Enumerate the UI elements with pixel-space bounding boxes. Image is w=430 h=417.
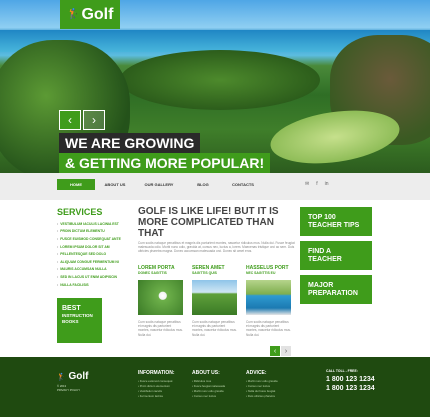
golf-ball-photo[interactable] <box>138 280 183 315</box>
slider-next-button[interactable]: › <box>83 110 105 130</box>
footer-link[interactable]: Fermentum lacinia <box>138 394 172 399</box>
chevron-left-icon: ‹ <box>68 113 72 127</box>
facebook-icon[interactable]: f <box>316 181 317 187</box>
column-subtitle: NEC SAGITTIS EU <box>246 271 276 275</box>
footer-link[interactable]: Duis ultricies pharetra <box>246 394 278 399</box>
banner-subtitle: INSTRUCTION BOOKS <box>62 313 93 324</box>
service-link[interactable]: FUSCE EUISMOD CONSEQUAT ANTE <box>57 235 127 243</box>
logo-text: Golf <box>81 5 114 23</box>
service-link[interactable]: NULLA FACILISIS <box>57 281 127 289</box>
footer-information-list: Fusce euismod consequat Proin dictum ele… <box>138 379 173 399</box>
golf-course-photo[interactable] <box>192 280 237 315</box>
carousel-prev-button[interactable]: ‹ <box>270 346 280 356</box>
find-a-teacher-button[interactable]: FIND A TEACHER <box>300 241 372 270</box>
nav-item-about-us[interactable]: ABOUT US <box>95 179 135 190</box>
main-heading: GOLF IS LIKE LIFE! BUT IT IS MORE COMPLI… <box>138 206 279 239</box>
hero-golf-green <box>267 103 403 171</box>
golfer-icon: 🏌 <box>57 374 66 381</box>
column-text: Cum sociis natoque penatibus et magnis d… <box>192 320 237 337</box>
mail-icon[interactable]: ✉ <box>305 181 309 187</box>
linkedin-icon[interactable]: in <box>325 181 329 187</box>
hero-trees <box>120 50 320 110</box>
nav-item-home[interactable]: HOME <box>57 179 95 190</box>
footer-advice-list: Morbi nunc odio gravida Cursus nec luctu… <box>246 379 278 399</box>
footer-link[interactable]: Cursus nec luctus <box>192 394 225 399</box>
footer-logo-text: Golf <box>68 371 89 382</box>
footer-about-list: Ridiculus mus Fusce feugiat malesuada Mo… <box>192 379 225 399</box>
hero-headline-2: & GETTING MORE POPULAR! <box>59 153 271 173</box>
chevron-left-icon: ‹ <box>273 347 277 355</box>
carousel-next-button[interactable]: › <box>281 346 291 356</box>
column-text: Cum sociis natoque penatibus et magnis d… <box>138 320 183 337</box>
golfer-icon: 🏌 <box>67 9 80 20</box>
footer-advice-title: ADVICE: <box>246 370 267 376</box>
nav-item-contacts[interactable]: CONTACTS <box>223 179 263 190</box>
footer-about-title: ABOUT US: <box>192 370 220 376</box>
column-subtitle: SAGITTIS QUIS <box>192 271 217 275</box>
site-logo[interactable]: 🏌 Golf <box>60 0 120 29</box>
major-preparation-button[interactable]: MAJOR PREPARATION <box>300 275 372 304</box>
chevron-right-icon: › <box>92 113 96 127</box>
footer-information-title: INFORMATION: <box>138 370 175 376</box>
column-subtitle: DONEC SAGITTIS <box>138 271 167 275</box>
social-links: ✉ f in <box>305 181 329 187</box>
service-link[interactable]: ALIQUAM CONGUE FERMENTUM NI <box>57 258 127 266</box>
main-paragraph: Cum sociis natoque penatibus et magnis d… <box>138 241 295 254</box>
banner-title: BEST <box>62 305 81 312</box>
privacy-policy-link[interactable]: PRIVACY POLICY <box>57 388 80 392</box>
service-link[interactable]: PROIN DICTUM ELEMENTU <box>57 228 127 236</box>
services-list: VESTIBULUM IACULIS LACINIA EST PROIN DIC… <box>57 220 127 288</box>
column-text: Cum sociis natoque penatibus et magnis d… <box>246 320 291 337</box>
service-link[interactable]: MAURIS ACCUMSAN NULLA <box>57 266 127 274</box>
call-toll-free-label: CALL TOLL - FREE: <box>326 369 358 373</box>
footer-logo[interactable]: 🏌 Golf <box>57 371 89 382</box>
main-nav: HOME ABOUT US OUR GALLERY BLOG CONTACTS <box>57 179 263 190</box>
services-title: SERVICES <box>57 207 103 217</box>
slider-prev-button[interactable]: ‹ <box>59 110 81 130</box>
best-instruction-books-banner[interactable]: BEST INSTRUCTION BOOKS <box>57 298 102 343</box>
top-100-teacher-tips-button[interactable]: TOP 100 TEACHER TIPS <box>300 207 372 236</box>
footer-copyright: © 2013 PRIVACY POLICY <box>57 384 80 392</box>
chevron-right-icon: › <box>284 347 288 355</box>
phone-number-1[interactable]: 1 800 123 1234 <box>326 376 375 383</box>
service-link[interactable]: VESTIBULUM IACULIS LACINIA EST <box>57 220 127 228</box>
phone-number-2[interactable]: 1 800 123 1234 <box>326 385 375 392</box>
nav-item-blog[interactable]: BLOG <box>183 179 223 190</box>
service-link[interactable]: LOREM IPSUM DOLOR SIT AM <box>57 243 127 251</box>
golfer-photo[interactable] <box>246 280 291 315</box>
hero-headline-1: WE ARE GROWING <box>59 133 201 153</box>
service-link[interactable]: PELLENTESQUE SED DOLO <box>57 250 127 258</box>
nav-item-our-gallery[interactable]: OUR GALLERY <box>135 179 183 190</box>
service-link[interactable]: SED IN LACUS UT ENIM ADIPISCIN <box>57 273 127 281</box>
